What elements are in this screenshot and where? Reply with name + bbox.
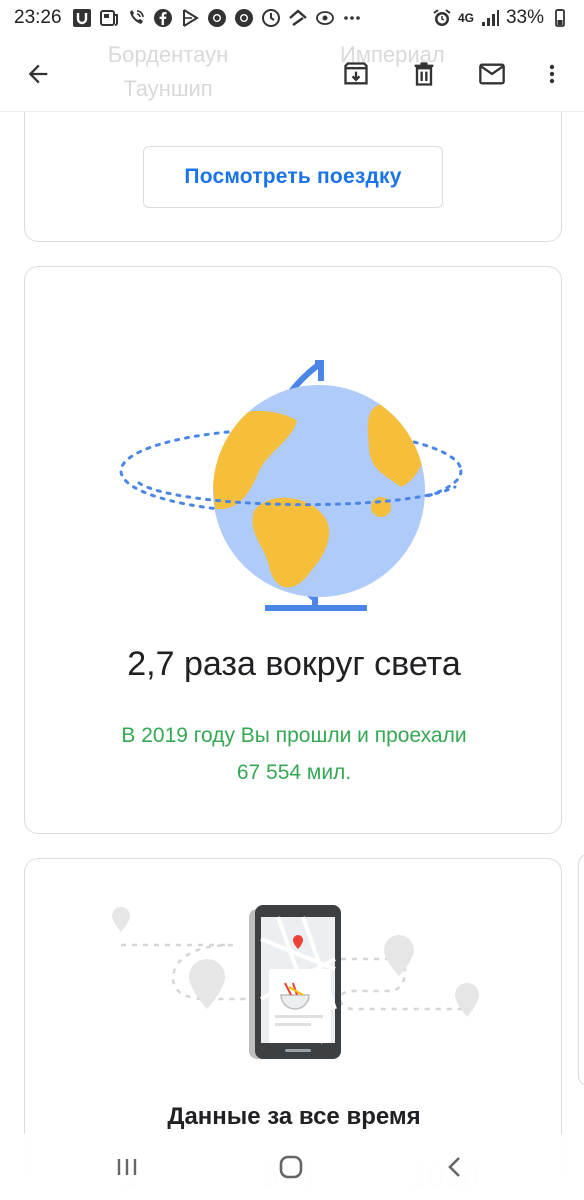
notification-icons xyxy=(72,8,362,28)
delete-button[interactable] xyxy=(404,54,444,94)
more-dots-icon xyxy=(343,16,360,20)
back-nav-icon xyxy=(448,1157,460,1177)
recent-apps-button[interactable] xyxy=(110,1152,144,1182)
distance-headline: 2,7 раза вокруг света xyxy=(127,645,461,683)
chrome-icon xyxy=(234,9,253,27)
play-icon xyxy=(182,9,199,27)
distance-subtitle-line2: 67 554 мил. xyxy=(236,761,352,784)
home-app-icon xyxy=(288,9,307,26)
overflow-menu-icon xyxy=(549,64,555,84)
status-bar: 23:26 4G 33% xyxy=(0,0,584,36)
recent-apps-icon xyxy=(117,1159,137,1175)
wifi-call-icon xyxy=(129,10,144,24)
all-time-title: Данные за все время xyxy=(167,1103,421,1130)
back-icon xyxy=(28,64,48,84)
news-icon xyxy=(99,10,118,26)
back-button[interactable] xyxy=(18,54,58,94)
signal-icon xyxy=(481,10,499,26)
view-trip-button[interactable]: Посмотреть поездку xyxy=(143,146,443,208)
network-type: 4G xyxy=(457,11,474,25)
u-app-icon xyxy=(72,9,91,27)
system-nav-bar xyxy=(0,1134,584,1200)
phone-map-illustration xyxy=(112,905,479,1059)
globe-illustration xyxy=(119,360,463,611)
overflow-menu-button[interactable] xyxy=(532,54,572,94)
next-card-peek[interactable] xyxy=(578,854,584,1086)
battery-percent: 33% xyxy=(505,7,544,28)
status-time: 23:26 xyxy=(14,7,62,28)
status-right: 4G 33% xyxy=(432,7,570,29)
archive-icon xyxy=(344,62,368,85)
archive-button[interactable] xyxy=(336,54,376,94)
distance-subtitle: В 2019 году Вы прошли и проехали 67 554 … xyxy=(65,717,523,791)
mail-icon xyxy=(479,63,505,85)
battery-icon xyxy=(555,9,565,27)
home-icon xyxy=(279,1155,303,1179)
delete-icon xyxy=(414,62,434,86)
mail-button[interactable] xyxy=(472,54,512,94)
app-bar: Бордентаун Тауншип Империал xyxy=(0,36,584,112)
pill-icon xyxy=(315,11,334,25)
back-nav-button[interactable] xyxy=(438,1152,472,1182)
distance-subtitle-line1: В 2019 году Вы прошли и проехали xyxy=(121,724,467,747)
all-time-card: Данные за все время 1 375 1028 xyxy=(24,858,562,1193)
alarm-icon xyxy=(433,9,451,26)
behind-text-left: Бордентаун Тауншип xyxy=(107,42,229,101)
alarm-app-icon xyxy=(261,9,280,27)
home-button[interactable] xyxy=(274,1152,308,1182)
facebook-icon xyxy=(153,9,172,27)
distance-card: 2,7 раза вокруг света В 2019 году Вы про… xyxy=(24,266,562,834)
chrome-icon xyxy=(207,9,226,27)
